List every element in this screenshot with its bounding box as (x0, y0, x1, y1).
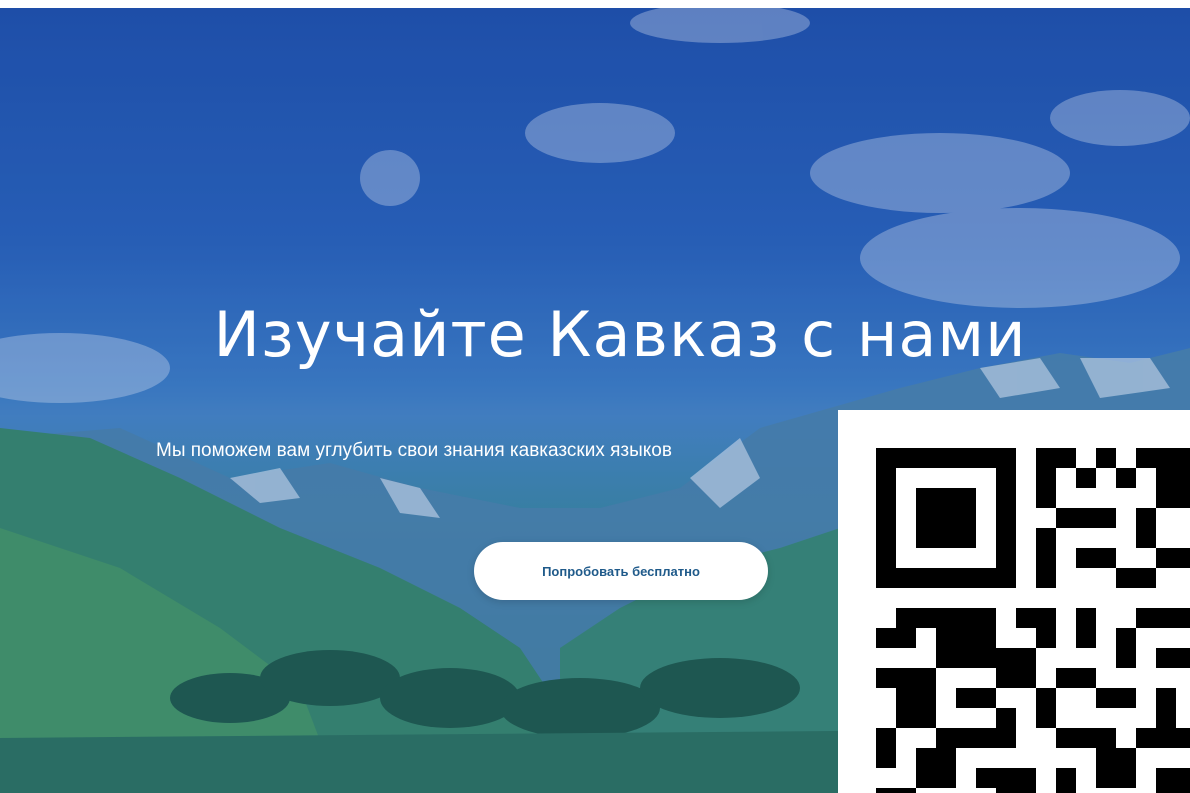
qr-code-icon (876, 448, 1190, 793)
hero-title: Изучайте Кавказ с нами (213, 298, 1027, 371)
hero-subtitle: Мы поможем вам углубить свои знания кавк… (156, 440, 672, 461)
qr-code-panel (838, 410, 1190, 793)
try-free-button[interactable]: Попробовать бесплатно (474, 542, 768, 600)
